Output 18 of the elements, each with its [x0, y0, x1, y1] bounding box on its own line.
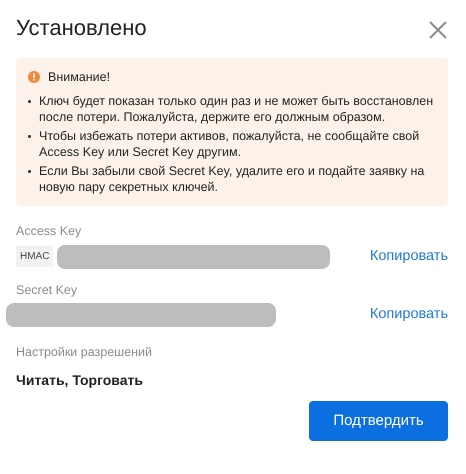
key-type-tag: HMAC	[16, 246, 54, 267]
field-label: Настройки разрешений	[16, 344, 154, 362]
bullet-icon	[28, 170, 31, 173]
warning-title: Внимание!	[48, 69, 110, 86]
warning-icon	[28, 71, 40, 84]
close-icon	[428, 20, 448, 40]
confirm-button[interactable]: Подтвердить	[309, 401, 448, 441]
warning-text: Ключ будет показан только один раз и не может быть восстановлен после потери. Пожалуйста, держите его должным образом.	[39, 92, 434, 125]
warning-text: Чтобы избежать потери активов, пожалуйста, не сообщайте свой Access Key или Secret Key другим.	[39, 128, 420, 160]
copy-link[interactable]: Копировать	[370, 304, 448, 326]
dialog-title: Установлено	[16, 14, 147, 42]
permissions-value: Читать, Торговать	[16, 371, 144, 390]
field-label: Secret Key	[16, 282, 78, 299]
warning-text: Если Вы забыли свой Secret Key, удалите его и подайте заявку на новую пару секретных ключей.	[39, 162, 426, 195]
bullet-icon	[28, 100, 31, 103]
bullet-icon	[28, 134, 31, 138]
field-label: Access Key	[16, 222, 82, 240]
copy-link[interactable]: Копировать	[370, 246, 448, 268]
